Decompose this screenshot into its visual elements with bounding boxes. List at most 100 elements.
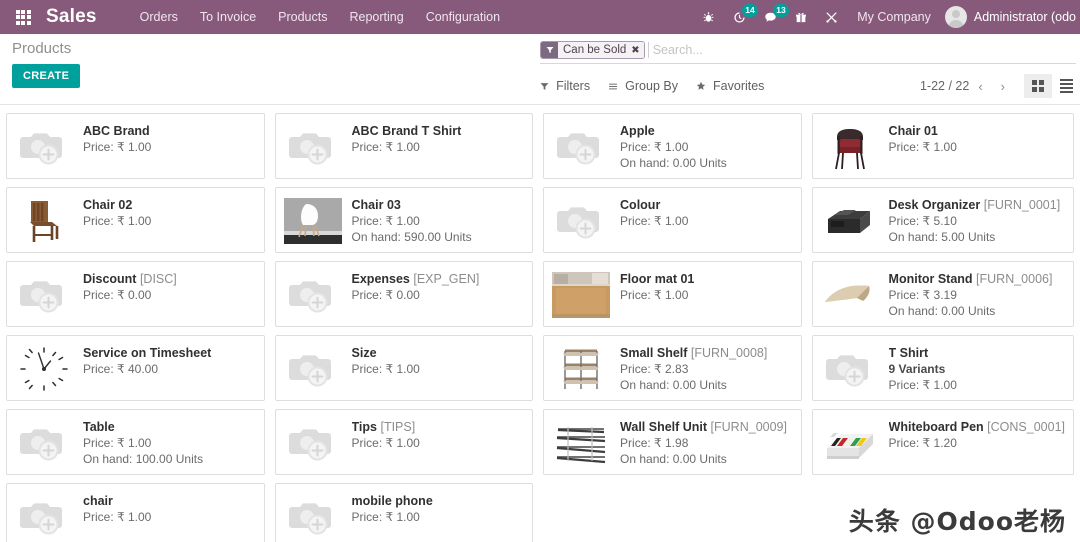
create-button[interactable]: CREATE [12,64,80,88]
product-card[interactable]: SizePrice: ₹ 1.00 [275,335,534,401]
bug-icon[interactable] [693,0,724,34]
avatar [945,6,967,28]
product-card-body: Monitor Stand [FURN_0006]Price: ₹ 3.19On… [889,270,1065,318]
product-on-hand: On hand: 0.00 Units [620,451,793,467]
product-image-placeholder-camera-icon [13,122,75,172]
menu-item-orders[interactable]: Orders [129,2,189,32]
product-name: Wall Shelf Unit [FURN_0009] [620,420,793,435]
product-price: Price: ₹ 1.00 [620,213,793,229]
product-card-body: TablePrice: ₹ 1.00On hand: 100.00 Units [83,418,256,466]
menu-item-reporting[interactable]: Reporting [338,2,414,32]
product-price: Price: ₹ 1.00 [352,139,525,155]
product-image-chair-white [282,196,344,246]
company-name[interactable]: My Company [847,10,945,24]
product-price: Price: ₹ 1.00 [352,213,525,229]
product-card[interactable]: Whiteboard Pen [CONS_0001]Price: ₹ 1.20 [812,409,1074,475]
product-price: Price: ₹ 1.00 [352,509,525,525]
product-card[interactable]: Tips [TIPS]Price: ₹ 1.00 [275,409,534,475]
filters-dropdown[interactable]: Filters [540,79,599,93]
product-card[interactable]: T Shirt9 VariantsPrice: ₹ 1.00 [812,335,1074,401]
product-name: Colour [620,198,793,213]
messages-icon[interactable]: 13 [755,0,786,34]
menu-item-to-invoice[interactable]: To Invoice [189,2,267,32]
product-card[interactable]: ApplePrice: ₹ 1.00On hand: 0.00 Units [543,113,802,179]
product-image-placeholder-camera-icon [550,196,612,246]
pager: 1-22 / 22 ‹ › [920,74,1080,98]
gift-icon[interactable] [786,0,816,34]
favorites-dropdown[interactable]: Favorites [696,79,773,93]
product-card[interactable]: Chair 03Price: ₹ 1.00On hand: 590.00 Uni… [275,187,534,253]
product-card[interactable]: mobile phonePrice: ₹ 1.00 [275,483,534,542]
product-card-body: Small Shelf [FURN_0008]Price: ₹ 2.83On h… [620,344,793,392]
product-card[interactable]: ColourPrice: ₹ 1.00 [543,187,802,253]
product-image-placeholder-camera-icon [13,492,75,542]
product-card[interactable]: Wall Shelf Unit [FURN_0009]Price: ₹ 1.98… [543,409,802,475]
control-panel: Products CREATE Can be Sold ✖ Filters [0,34,1080,105]
product-card[interactable]: ABC BrandPrice: ₹ 1.00 [6,113,265,179]
product-card[interactable]: Chair 01Price: ₹ 1.00 [812,113,1074,179]
product-card-body: ABC Brand T ShirtPrice: ₹ 1.00 [352,122,525,170]
product-name: Size [352,346,525,361]
product-on-hand: On hand: 0.00 Units [620,155,793,171]
product-name: Chair 03 [352,198,525,213]
product-card-body: Service on TimesheetPrice: ₹ 40.00 [83,344,256,392]
product-card-body: T Shirt9 VariantsPrice: ₹ 1.00 [889,344,1065,392]
filter-funnel-icon [541,42,558,58]
user-menu[interactable]: Administrator (odo [945,6,1080,28]
product-card[interactable]: Floor mat 01Price: ₹ 1.00 [543,261,802,327]
product-card[interactable]: Service on TimesheetPrice: ₹ 40.00 [6,335,265,401]
list-view-icon[interactable] [1052,74,1080,98]
product-card-body: Discount [DISC]Price: ₹ 0.00 [83,270,256,318]
search-facet-label: Can be Sold ✖ [558,42,644,58]
product-price: Price: ₹ 2.83 [620,361,793,377]
product-card[interactable]: Small Shelf [FURN_0008]Price: ₹ 2.83On h… [543,335,802,401]
product-reference: [EXP_GEN] [410,272,479,286]
top-navbar: Sales Orders To Invoice Products Reporti… [0,0,1080,34]
product-price: Price: ₹ 1.00 [83,139,256,155]
pager-count: 1-22 / 22 [920,79,969,93]
product-image-desk-organizer [819,196,881,246]
product-reference: [TIPS] [377,420,415,434]
product-price: Price: ₹ 1.00 [889,139,1065,155]
product-image-placeholder-camera-icon [282,122,344,172]
product-reference: [FURN_0001] [980,198,1060,212]
breadcrumb[interactable]: Products [12,40,80,57]
product-image-placeholder-camera-icon [282,492,344,542]
product-on-hand: On hand: 100.00 Units [83,451,256,467]
product-image-placeholder-camera-icon [282,270,344,320]
product-card-body: ABC BrandPrice: ₹ 1.00 [83,122,256,170]
filter-funnel-icon [540,81,552,93]
product-card-body: ApplePrice: ₹ 1.00On hand: 0.00 Units [620,122,793,170]
product-card-body: Wall Shelf Unit [FURN_0009]Price: ₹ 1.98… [620,418,793,466]
product-card[interactable]: TablePrice: ₹ 1.00On hand: 100.00 Units [6,409,265,475]
product-card[interactable]: Chair 02Price: ₹ 1.00 [6,187,265,253]
app-brand-sales[interactable]: Sales [46,6,129,28]
product-card[interactable]: Desk Organizer [FURN_0001]Price: ₹ 5.10O… [812,187,1074,253]
product-price: Price: ₹ 1.00 [352,361,525,377]
search-facet-can-be-sold[interactable]: Can be Sold ✖ [540,41,645,59]
product-price: Price: ₹ 1.00 [83,213,256,229]
product-image-clock [13,344,75,394]
apps-grid-icon[interactable] [0,0,46,34]
product-card[interactable]: ABC Brand T ShirtPrice: ₹ 1.00 [275,113,534,179]
groupby-dropdown[interactable]: Group By [608,79,687,93]
product-card[interactable]: chairPrice: ₹ 1.00 [6,483,265,542]
navbar-right: 14 13 My Company Administrator (odo [693,0,1080,34]
pager-next-icon[interactable]: › [992,79,1014,94]
facet-remove-icon[interactable]: ✖ [631,45,639,56]
search-view: Can be Sold ✖ [540,40,1076,64]
main-menu: Orders To Invoice Products Reporting Con… [129,2,511,32]
search-input[interactable] [648,42,1076,58]
product-image-placeholder-camera-icon [819,344,881,394]
product-card[interactable]: Monitor Stand [FURN_0006]Price: ₹ 3.19On… [812,261,1074,327]
menu-item-configuration[interactable]: Configuration [415,2,511,32]
tools-wrench-icon[interactable] [816,0,847,34]
activity-clock-icon[interactable]: 14 [724,0,755,34]
menu-item-products[interactable]: Products [267,2,338,32]
kanban-view-icon[interactable] [1024,74,1052,98]
product-price: Price: ₹ 1.00 [352,435,525,451]
product-image-chair-red [819,122,881,172]
product-card[interactable]: Expenses [EXP_GEN]Price: ₹ 0.00 [275,261,534,327]
pager-previous-icon[interactable]: ‹ [969,79,991,94]
product-card[interactable]: Discount [DISC]Price: ₹ 0.00 [6,261,265,327]
